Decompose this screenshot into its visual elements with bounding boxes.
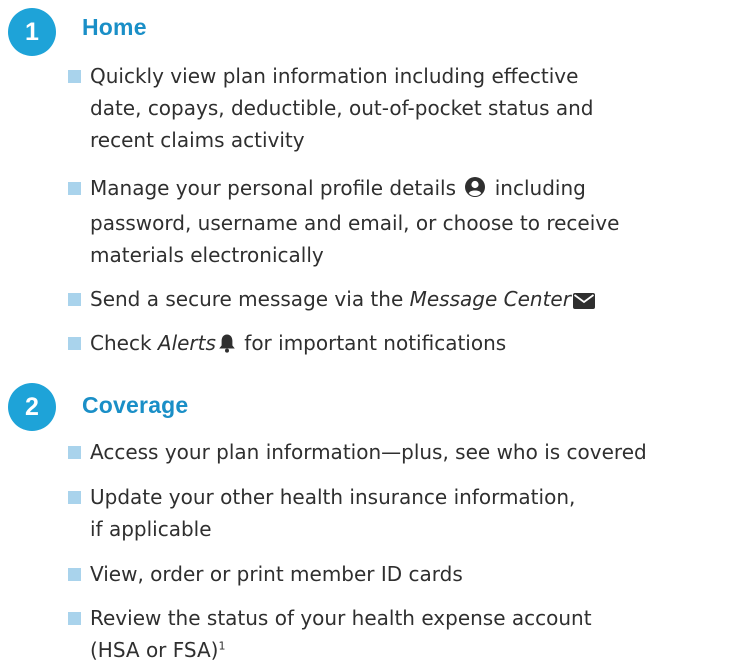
step-number: 1	[25, 17, 39, 46]
bullet-square	[68, 568, 81, 581]
item-text-line: Quickly view plan information including …	[90, 64, 579, 88]
item-text-line: if applicable	[90, 517, 212, 541]
step-number-badge: 2	[8, 383, 56, 431]
item-text-line: Review the status of your health expense…	[90, 606, 592, 630]
item-text-line: Check Alerts for important notifications	[90, 327, 506, 362]
footnote-marker: 1	[218, 639, 226, 653]
item-text-line: materials electronically	[90, 243, 324, 267]
section-heading: Coverage	[82, 392, 189, 418]
item-text-line: Manage your personal profile details inc…	[90, 172, 619, 207]
list-item: Update your other health insurance infor…	[68, 481, 576, 545]
list-item: Send a secure message via the Message Ce…	[68, 283, 597, 318]
list-item: Quickly view plan information including …	[68, 60, 594, 156]
envelope-icon	[572, 286, 595, 318]
bullet-square	[68, 446, 81, 459]
list-item: Access your plan information—plus, see w…	[68, 436, 647, 468]
item-text-line: password, username and email, or choose …	[90, 211, 620, 235]
list-item: Check Alerts for important notifications	[68, 327, 506, 362]
item-text-line: View, order or print member ID cards	[90, 562, 463, 586]
message-center-link-text: Message Center	[409, 287, 571, 311]
section-heading: Home	[82, 14, 147, 40]
bullet-square	[68, 70, 81, 83]
bullet-square	[68, 337, 81, 350]
item-text-line: Send a secure message via the Message Ce…	[90, 283, 597, 318]
list-item: Review the status of your health expense…	[68, 602, 592, 666]
item-text-line: Access your plan information—plus, see w…	[90, 440, 647, 464]
item-text-line: recent claims activity	[90, 128, 305, 152]
bullet-square	[68, 182, 81, 195]
item-text-line: (HSA or FSA)1	[90, 638, 226, 662]
bullet-square	[68, 293, 81, 306]
alerts-link-text: Alerts	[157, 331, 216, 355]
bullet-square	[68, 491, 81, 504]
item-text-line: date, copays, deductible, out-of-pocket …	[90, 96, 594, 120]
list-item: View, order or print member ID cards	[68, 558, 463, 590]
bell-icon	[218, 330, 236, 362]
list-item: Manage your personal profile details inc…	[68, 172, 620, 271]
user-profile-icon	[464, 175, 486, 207]
item-text-line: Update your other health insurance infor…	[90, 485, 576, 509]
step-number-badge: 1	[8, 8, 56, 56]
step-number: 2	[25, 392, 39, 421]
bullet-square	[68, 612, 81, 625]
